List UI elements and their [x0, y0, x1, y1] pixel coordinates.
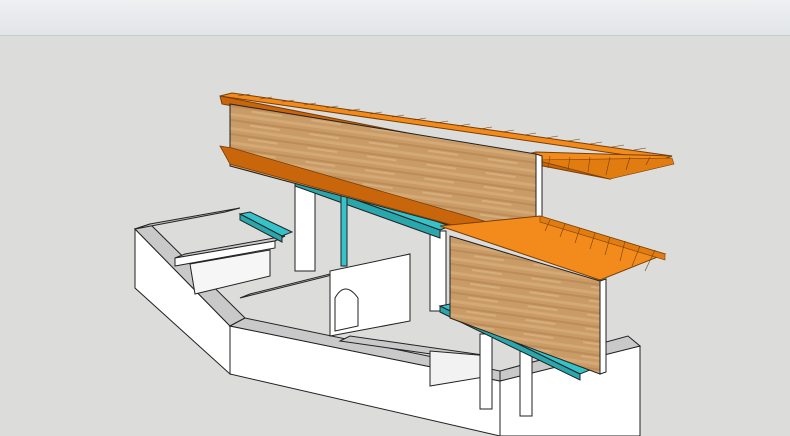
toolbar	[0, 0, 790, 36]
model-canvas[interactable]	[0, 36, 790, 436]
3d-viewport[interactable]	[0, 36, 790, 436]
modeling-app-window	[0, 0, 790, 436]
